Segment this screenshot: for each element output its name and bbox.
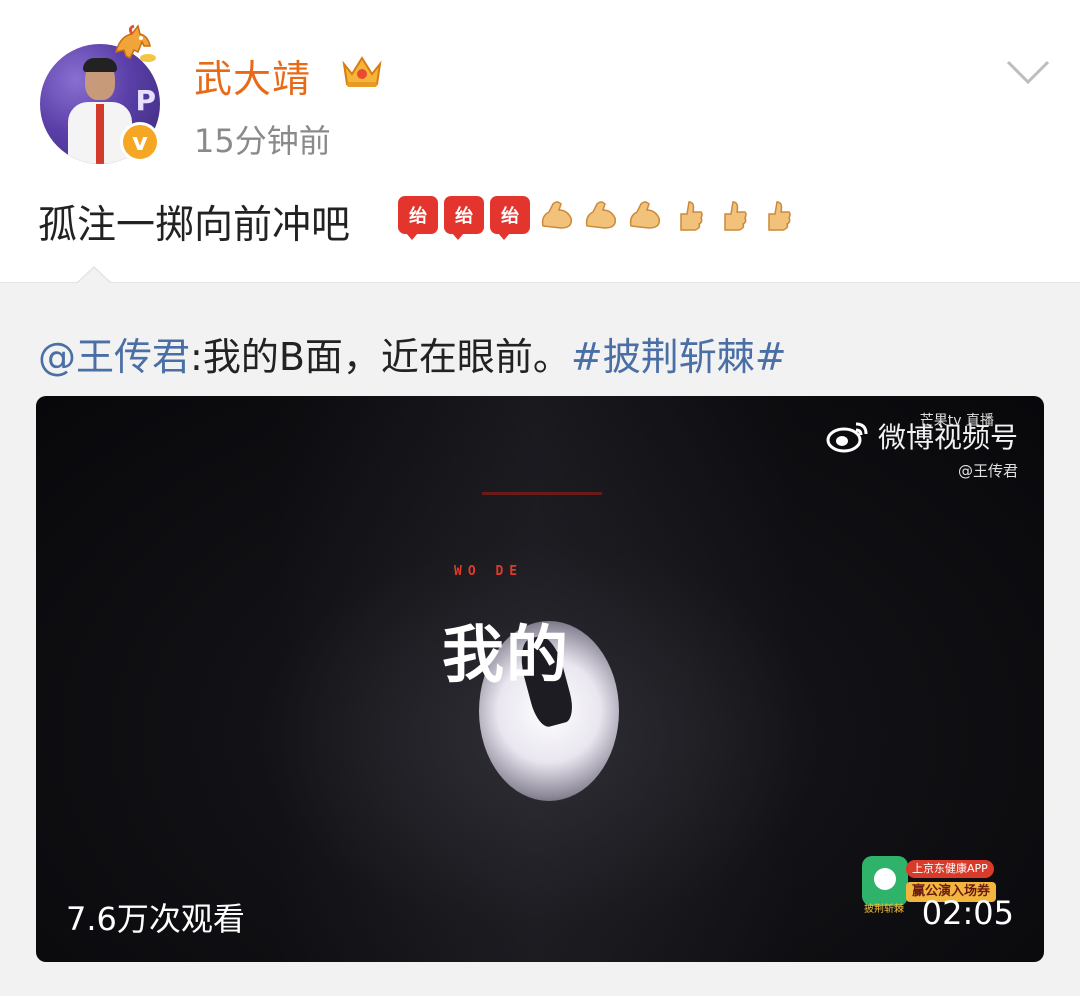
flexed-biceps-emoji <box>585 201 617 229</box>
flexed-biceps-emoji <box>541 201 573 229</box>
verified-badge-icon: v <box>120 122 160 162</box>
post-body-text: 孤注一掷向前冲吧 <box>38 203 351 248</box>
video-duration: 02:05 <box>921 894 1014 932</box>
view-count: 7.6万次观看 <box>66 900 245 938</box>
video-title-small: WO DE <box>454 564 524 579</box>
username[interactable]: 武大靖 <box>194 48 311 103</box>
video-player[interactable]: WO DE 我的 芒果tv 直播 微博视频号 @王传君 上京东健康APP 赢公演… <box>36 396 1044 962</box>
weibo-logo-icon <box>826 422 868 453</box>
repost-body: :我的B面，近在眼前。 <box>190 335 571 379</box>
watermark-top: 芒果tv 直播 <box>919 413 994 429</box>
avatar-letter: P <box>135 84 156 117</box>
video-red-line <box>482 492 602 495</box>
mention-link[interactable]: @王传君 <box>38 335 190 379</box>
video-watermark: 芒果tv 直播 微博视频号 @王传君 <box>826 413 1018 481</box>
horse-badge-icon <box>114 24 156 62</box>
repost-text: @王传君:我的B面，近在眼前。#披荆斩棘# <box>38 326 787 381</box>
repost-pointer-inner <box>77 268 111 284</box>
flexed-biceps-emoji <box>629 201 661 229</box>
thumbs-up-emoji <box>724 201 747 231</box>
jiayou-emoji: 绐 <box>398 196 438 240</box>
thumbs-up-emoji <box>680 201 703 231</box>
video-title-big: 我的 <box>442 618 571 691</box>
crown-member-icon[interactable] <box>340 50 384 90</box>
hashtag-link[interactable]: #披荆斩棘# <box>571 335 787 379</box>
watermark-sub: @王传君 <box>957 462 1018 480</box>
ad-line3: 披荆斩棘 <box>864 904 904 915</box>
jiayou-emoji: 绐 <box>444 196 484 240</box>
avatar-stripe <box>96 104 104 164</box>
post-header: P v 武大靖 15分钟前 孤注一掷向前冲吧 绐 绐 绐 <box>0 0 1080 280</box>
emoji-row: 绐 绐 绐 <box>398 196 798 240</box>
thumbs-up-emoji <box>768 201 791 231</box>
post-timestamp: 15分钟前 <box>194 122 331 160</box>
chevron-down-icon[interactable] <box>1004 56 1052 90</box>
jiayou-emoji: 绐 <box>490 196 530 240</box>
ad-line1: 上京东健康APP <box>906 860 994 878</box>
jd-health-icon <box>862 856 908 906</box>
